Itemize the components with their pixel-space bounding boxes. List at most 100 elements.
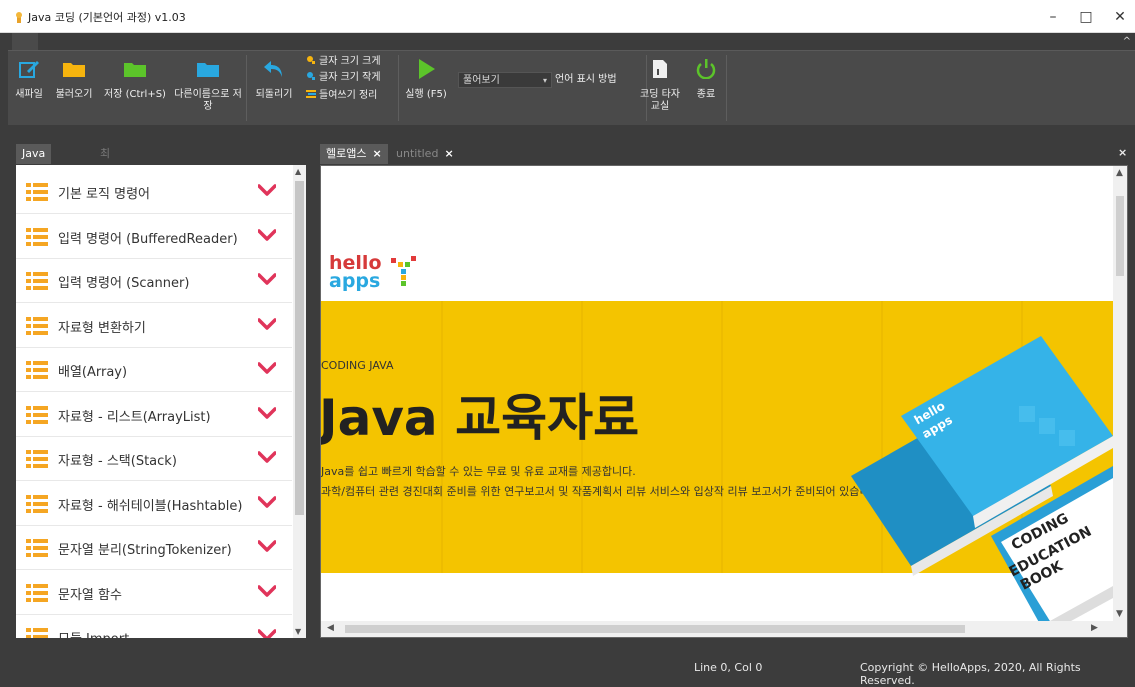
- scroll-down-icon[interactable]: ▼: [1116, 609, 1123, 619]
- open-label: 불러오기: [55, 89, 93, 100]
- app-icon: [16, 12, 22, 23]
- indent-button[interactable]: 들여쓰기 정리: [306, 89, 377, 103]
- list-icon: [26, 272, 48, 290]
- typing-button[interactable]: 코딩 타자교실: [638, 51, 682, 125]
- scroll-left-icon[interactable]: ◀: [327, 623, 334, 633]
- chevron-down-icon[interactable]: [258, 629, 276, 638]
- list-item[interactable]: 입력 명령어 (BufferedReader): [16, 214, 292, 259]
- list-item[interactable]: 문자열 분리(StringTokenizer): [16, 525, 292, 570]
- banner-stripe: [721, 301, 723, 573]
- chevron-down-icon[interactable]: [258, 540, 276, 552]
- command-list: 기본 로직 명령어입력 명령어 (BufferedReader) 입력 명령어 (…: [16, 165, 306, 638]
- scrollbar-thumb[interactable]: [295, 181, 304, 515]
- save-button[interactable]: 저장 (Ctrl+S): [102, 51, 168, 125]
- list-icon: [26, 628, 48, 638]
- title-bar: Java 코딩 (기본언어 과정) v1.03 – □ ✕: [0, 0, 1135, 33]
- window-title: Java 코딩 (기본언어 과정) v1.03: [28, 11, 186, 24]
- open-button[interactable]: 불러오기: [48, 51, 100, 125]
- folder-save-icon: [124, 63, 146, 77]
- content-vertical-scrollbar[interactable]: ▲ ▼: [1113, 166, 1127, 621]
- exit-button[interactable]: 종료: [688, 51, 724, 125]
- ribbon-collapse-icon[interactable]: ^: [1123, 36, 1131, 47]
- list-item[interactable]: 자료형 - 해쉬테이블(Hashtable): [16, 481, 292, 526]
- list-item[interactable]: 배열(Array): [16, 347, 292, 392]
- run-button[interactable]: 실행 (F5): [400, 51, 452, 125]
- list-item-label: 기본 로직 명령어: [58, 187, 150, 202]
- list-icon: [26, 183, 48, 201]
- ribbon-tab[interactable]: [12, 33, 38, 51]
- chevron-down-icon[interactable]: [258, 451, 276, 463]
- new-file-icon: [19, 61, 39, 78]
- chevron-down-icon[interactable]: [258, 362, 276, 374]
- document-icon: [653, 60, 667, 78]
- list-item[interactable]: 입력 명령어 (Scanner): [16, 258, 292, 303]
- content-horizontal-scrollbar[interactable]: ◀ ▶: [321, 621, 1127, 637]
- undo-icon: [264, 61, 282, 77]
- list-item-label: 문자열 분리(StringTokenizer): [58, 543, 232, 558]
- typing-label: 코딩 타자교실: [640, 89, 680, 112]
- chevron-down-icon[interactable]: [258, 406, 276, 419]
- font-smaller-button[interactable]: 글자 크기 작게: [306, 71, 381, 85]
- scroll-up-icon[interactable]: ▲: [295, 167, 301, 176]
- chevron-down-icon[interactable]: [258, 184, 276, 196]
- list-item[interactable]: 자료형 - 스택(Stack): [16, 436, 292, 481]
- chevron-down-icon[interactable]: [258, 495, 276, 508]
- list-item-label: 모듈 Import: [58, 628, 129, 638]
- save-as-label: 다른이름으로 저장: [174, 89, 242, 112]
- chevron-down-icon[interactable]: [258, 228, 276, 241]
- book-illustration: hello apps CODING EDUCATION BOOK: [841, 336, 1113, 626]
- new-file-button[interactable]: 새파일: [10, 51, 48, 125]
- scroll-up-icon[interactable]: ▲: [1116, 168, 1123, 178]
- maximize-button[interactable]: □: [1071, 6, 1101, 28]
- list-icon: [26, 583, 48, 602]
- new-file-label: 새파일: [15, 89, 43, 100]
- list-item[interactable]: 자료형 변환하기: [16, 303, 292, 348]
- tab-java-commands[interactable]: Java 명령어: [16, 144, 52, 200]
- tab-untitled-label: untitled: [396, 147, 439, 160]
- folder-save-as-icon: [197, 63, 219, 77]
- save-as-button[interactable]: 다른이름으로 저장: [174, 51, 242, 125]
- view-mode-value: 풀어보기: [463, 75, 500, 86]
- chevron-down-icon[interactable]: [258, 317, 276, 330]
- status-bar: Line 0, Col 0 Copyright © HelloApps, 202…: [0, 655, 1135, 687]
- scrollbar-thumb[interactable]: [345, 625, 965, 633]
- separator: [726, 55, 727, 121]
- chevron-down-icon[interactable]: [258, 273, 276, 285]
- list-item[interactable]: 문자열 함수: [16, 570, 292, 615]
- scroll-right-icon[interactable]: ▶: [1091, 623, 1098, 633]
- list-item-label: 자료형 - 해쉬테이블(Hashtable): [58, 498, 243, 514]
- list-icon: [26, 405, 48, 424]
- tab-untitled[interactable]: untitled ×: [390, 144, 460, 164]
- list-item[interactable]: 기본 로직 명령어: [16, 169, 292, 214]
- scroll-down-icon[interactable]: ▼: [295, 627, 301, 636]
- tab-recent-files[interactable]: 최근 파일: [94, 144, 116, 220]
- view-mode-select[interactable]: 풀어보기 ▾: [458, 72, 552, 88]
- list-icon: [26, 539, 48, 557]
- close-tab-icon[interactable]: ×: [444, 147, 453, 160]
- run-label: 실행 (F5): [405, 89, 447, 100]
- folder-open-icon: [63, 63, 85, 77]
- scrollbar-thumb[interactable]: [1116, 196, 1124, 276]
- list-item-label: 배열(Array): [58, 365, 128, 380]
- list-item[interactable]: 모듈 Import: [16, 614, 292, 638]
- hero-headline: Java 교육자료: [321, 389, 640, 447]
- undo-button[interactable]: 되돌리기: [250, 51, 298, 125]
- font-bigger-label: 글자 크기 크게: [319, 56, 381, 67]
- copyright-text: Copyright © HelloApps, 2020, All Rights …: [860, 661, 1081, 687]
- separator: [398, 55, 399, 121]
- list-scrollbar[interactable]: ▲ ▼: [293, 165, 306, 638]
- tab-helloapps-label: 헬로앱스: [326, 147, 367, 160]
- chevron-down-icon[interactable]: [258, 584, 276, 597]
- minimize-button[interactable]: –: [1038, 6, 1068, 28]
- list-item-label: 자료형 - 스택(Stack): [58, 454, 177, 469]
- book-stack-image: [851, 336, 1113, 626]
- cursor-position: Line 0, Col 0: [694, 661, 763, 674]
- close-button[interactable]: ✕: [1105, 6, 1135, 28]
- panel-close-icon[interactable]: ×: [1118, 146, 1127, 159]
- hero-line-1: Java를 쉽고 빠르게 학습할 수 있는 무료 및 유료 교재를 제공합니다.: [321, 465, 636, 478]
- list-item[interactable]: 자료형 - 리스트(ArrayList): [16, 392, 292, 437]
- close-tab-icon[interactable]: ×: [372, 147, 381, 160]
- font-bigger-button[interactable]: 글자 크기 크게: [306, 55, 381, 69]
- tab-helloapps[interactable]: 헬로앱스 ×: [320, 144, 388, 164]
- toolbar: 새파일 불러오기 저장 (Ctrl+S) 다른이름으로 저장 되돌리기 글자 크…: [8, 50, 1135, 125]
